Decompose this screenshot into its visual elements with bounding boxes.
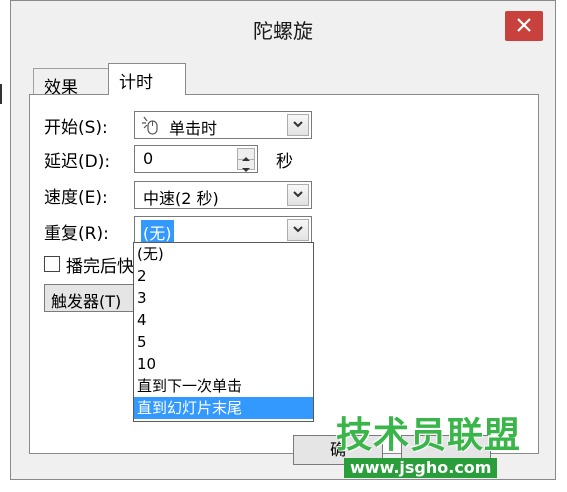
title-bar: 陀螺旋 <box>11 1 555 59</box>
watermark-url: www.jsgho.com <box>344 458 498 478</box>
list-item[interactable]: 3 <box>134 287 313 309</box>
close-button[interactable] <box>505 11 543 41</box>
tab-timing[interactable]: 计时 <box>108 63 186 95</box>
repeat-dropdown-list[interactable]: (无) 2 3 4 5 10 直到下一次单击 直到幻灯片末尾 <box>133 242 314 422</box>
list-item[interactable]: 10 <box>134 353 313 375</box>
delay-value: 0 <box>143 149 154 168</box>
list-item[interactable]: 直到下一次单击 <box>134 375 313 397</box>
watermark-text: 技术员联盟 <box>336 415 522 456</box>
delay-label: 延迟(D): <box>44 152 111 172</box>
list-item[interactable]: 5 <box>134 331 313 353</box>
chevron-down-icon <box>287 219 309 241</box>
delay-input[interactable]: 0 <box>134 145 258 173</box>
start-label: 开始(S): <box>44 118 108 138</box>
speed-label: 速度(E): <box>44 188 108 208</box>
mouse-click-icon <box>141 115 159 139</box>
list-item[interactable]: 4 <box>134 309 313 331</box>
tab-effect[interactable]: 效果 <box>33 68 109 98</box>
speed-select[interactable]: 中速(2 秒) <box>134 181 312 209</box>
arrow-down-icon[interactable] <box>238 160 254 172</box>
dialog-title: 陀螺旋 <box>253 19 313 43</box>
speed-value: 中速(2 秒) <box>143 189 219 208</box>
arrow-up-icon[interactable] <box>238 149 254 161</box>
background-window-edge <box>0 84 6 104</box>
delay-unit: 秒 <box>276 152 293 172</box>
watermark: 技术员联盟 www.jsgho.com <box>336 415 522 478</box>
list-item[interactable]: (无) <box>134 243 313 265</box>
start-select[interactable]: 单击时 <box>134 111 312 139</box>
repeat-select[interactable]: (无) <box>134 216 312 244</box>
chevron-down-icon <box>287 184 309 206</box>
list-item[interactable]: 2 <box>134 265 313 287</box>
repeat-value: (无) <box>141 220 174 244</box>
close-icon <box>517 18 531 32</box>
rewind-checkbox[interactable] <box>44 256 60 272</box>
chevron-down-icon <box>287 114 309 136</box>
start-value: 单击时 <box>169 119 218 138</box>
delay-spinner[interactable] <box>237 148 255 172</box>
list-item-selected[interactable]: 直到幻灯片末尾 <box>134 397 313 419</box>
repeat-label: 重复(R): <box>44 224 109 244</box>
rewind-label: 播完后快 <box>66 257 134 277</box>
